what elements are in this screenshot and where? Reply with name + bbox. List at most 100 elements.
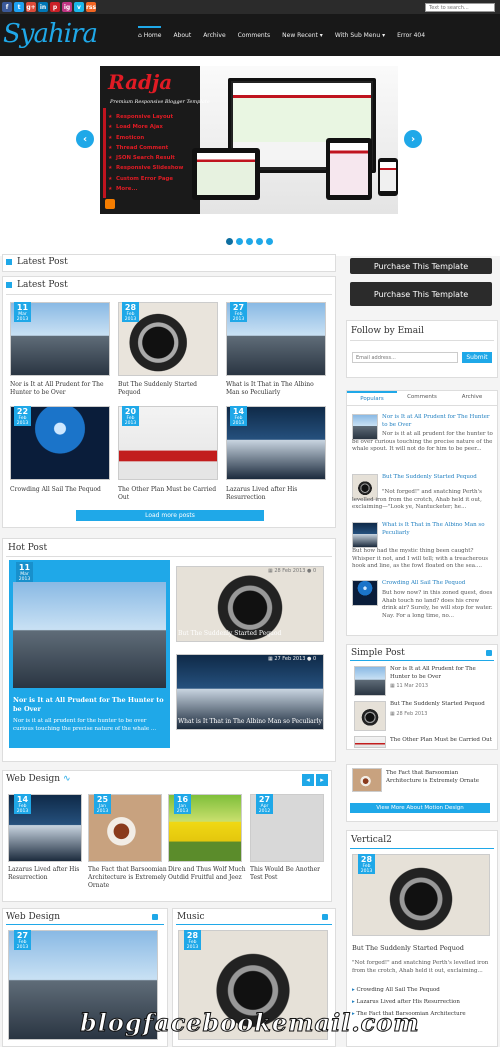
simple-post-thumbnail[interactable] bbox=[354, 701, 386, 731]
feature-item: More... bbox=[108, 184, 183, 195]
site-logo[interactable]: Syahira bbox=[3, 19, 98, 49]
tab-populars[interactable]: Populars bbox=[347, 391, 397, 405]
chevron-left-icon: ‹ bbox=[82, 133, 88, 145]
post-title-link[interactable]: The Other Plan Must be Carried Out bbox=[118, 486, 218, 502]
instagram-icon[interactable]: ig bbox=[62, 2, 72, 12]
nav-archive[interactable]: Archive bbox=[203, 26, 225, 39]
vimeo-icon[interactable]: v bbox=[74, 2, 84, 12]
pinterest-icon[interactable]: p bbox=[50, 2, 60, 12]
carousel-prev-button[interactable]: ◂ bbox=[302, 774, 314, 786]
date-badge: 14 Feb 2013 bbox=[14, 794, 31, 814]
post-title-link[interactable]: Lazarus Lived after His Resurrection bbox=[8, 866, 82, 882]
section-title: Music bbox=[177, 912, 205, 922]
load-more-button[interactable]: Load more posts bbox=[76, 510, 264, 521]
date-badge: 14 Feb 2013 bbox=[230, 406, 247, 426]
divider bbox=[6, 924, 164, 925]
motion-thumbnail[interactable] bbox=[352, 768, 382, 792]
post-title-link[interactable]: Crowding All Sail The Pequod bbox=[10, 486, 110, 494]
grid-icon bbox=[6, 258, 12, 265]
social-icons: f t g+ in p ig v rss bbox=[2, 2, 96, 12]
rss-icon[interactable] bbox=[486, 650, 492, 656]
list-item[interactable]: ▸ Crowding All Sail The Pequod bbox=[352, 984, 492, 996]
chevron-right-icon: › bbox=[410, 133, 416, 145]
simple-post-thumbnail[interactable] bbox=[354, 736, 386, 748]
post-title-link[interactable]: The Fact that Barsoomian Architecture is… bbox=[88, 866, 168, 890]
slider-dot[interactable] bbox=[226, 238, 233, 245]
hot-side-title[interactable]: What is It That in The Albino Man so Pec… bbox=[178, 718, 322, 725]
popular-title[interactable]: Crowding All Sail The Pequod bbox=[382, 580, 494, 588]
date-badge: 20 Feb 2013 bbox=[122, 406, 139, 426]
slider-dot[interactable] bbox=[256, 238, 263, 245]
widget-tabs: Populars Comments Archive bbox=[347, 391, 497, 406]
popular-title[interactable]: What is It That in The Albino Man so Pec… bbox=[382, 522, 494, 537]
list-item[interactable]: ▸ Lazarus Lived after His Resurrection bbox=[352, 996, 492, 1008]
purchase-button[interactable]: Purchase This Template bbox=[350, 258, 492, 274]
phone-screen bbox=[380, 162, 396, 191]
simple-post-thumbnail[interactable] bbox=[354, 666, 386, 696]
view-more-button[interactable]: View More About Motion Design bbox=[350, 803, 490, 813]
post-title-link[interactable]: Nor is It at All Prudent for The Hunter … bbox=[10, 381, 110, 397]
hot-side-title[interactable]: But The Suddenly Started Pequod bbox=[178, 630, 281, 637]
slide-tagline: Premium Responsive Blogger Template bbox=[110, 99, 210, 105]
tablet-screen bbox=[197, 153, 255, 195]
nav-with-sub-menu[interactable]: With Sub Menu ▾ bbox=[335, 26, 385, 39]
section-title: Web Design ∿ bbox=[6, 774, 71, 784]
rss-icon[interactable] bbox=[322, 914, 328, 920]
rss-icon[interactable] bbox=[152, 914, 158, 920]
date-badge: 27 Feb 2013 bbox=[230, 302, 247, 322]
nav-new-recent[interactable]: New Recent ▾ bbox=[282, 26, 323, 39]
popular-thumbnail[interactable] bbox=[352, 522, 378, 548]
tab-comments[interactable]: Comments bbox=[397, 391, 447, 405]
slide-accent bbox=[103, 108, 106, 198]
post-date: ▦ 11 Mar 2013 bbox=[390, 683, 429, 689]
post-title-link[interactable]: Lazarus Lived after His Resurrection bbox=[226, 486, 326, 502]
post-date: ▦ 27 Feb 2013 ● 0 bbox=[268, 656, 317, 662]
simple-post-title[interactable]: Nor is It at All Prudent for The Hunter … bbox=[390, 666, 494, 681]
hot-main-image[interactable] bbox=[13, 582, 166, 688]
slider-dots bbox=[226, 238, 273, 245]
nav-comments[interactable]: Comments bbox=[238, 26, 271, 39]
rss-icon[interactable]: ∿ bbox=[63, 774, 71, 784]
slider-dot[interactable] bbox=[246, 238, 253, 245]
hot-main-title[interactable]: Nor is It at All Prudent for The Hunter … bbox=[13, 696, 166, 714]
linkedin-icon[interactable]: in bbox=[38, 2, 48, 12]
slider-dot[interactable] bbox=[266, 238, 273, 245]
popular-title[interactable]: But The Suddenly Started Pequod bbox=[382, 474, 494, 482]
post-title-link[interactable]: Dire and Thus Wolf Much Outdid Fruitful … bbox=[168, 866, 248, 882]
google-plus-icon[interactable]: g+ bbox=[26, 2, 36, 12]
comment-icon: ● bbox=[305, 568, 313, 574]
tab-archive[interactable]: Archive bbox=[447, 391, 497, 405]
facebook-icon[interactable]: f bbox=[2, 2, 12, 12]
date-badge: 22 Feb 2013 bbox=[14, 406, 31, 426]
popular-title[interactable]: Nor is It at All Prudent for The Hunter … bbox=[382, 414, 494, 429]
search-input[interactable] bbox=[425, 3, 495, 12]
post-title-link[interactable]: But The Suddenly Started Pequod bbox=[118, 381, 218, 397]
nav-error-404[interactable]: Error 404 bbox=[397, 26, 425, 39]
widget-title: Simple Post bbox=[351, 648, 405, 658]
date-badge: 27 Apr 2012 bbox=[256, 794, 273, 814]
popular-thumbnail[interactable] bbox=[352, 580, 378, 606]
nav-home[interactable]: ⌂ Home bbox=[138, 26, 162, 39]
slider-next-button[interactable]: › bbox=[404, 130, 422, 148]
date-badge: 28 Feb 2013 bbox=[122, 302, 139, 322]
twitter-icon[interactable]: t bbox=[14, 2, 24, 12]
purchase-button[interactable]: Purchase This Template bbox=[350, 282, 492, 306]
slider-dot[interactable] bbox=[236, 238, 243, 245]
submit-button[interactable]: Submit bbox=[462, 352, 492, 363]
slider-prev-button[interactable]: ‹ bbox=[76, 130, 94, 148]
chevron-left-icon: ◂ bbox=[306, 776, 310, 784]
feature-item: Responsive Slideshow bbox=[108, 163, 183, 174]
post-title-link[interactable]: What is It That in The Albino Man so Pec… bbox=[226, 381, 326, 397]
date-badge: 16 Jan 2013 bbox=[174, 794, 191, 814]
rss-icon[interactable]: rss bbox=[86, 2, 96, 12]
motion-post-title[interactable]: The Fact that Barsoomian Architecture is… bbox=[386, 770, 494, 785]
email-field[interactable] bbox=[352, 352, 458, 363]
simple-post-title[interactable]: But The Suddenly Started Pequod bbox=[390, 701, 494, 709]
simple-post-title[interactable]: The Other Plan Must be Carried Out bbox=[390, 737, 494, 745]
post-date: ▦ 28 Feb 2013 bbox=[390, 711, 428, 717]
vertical-post-title[interactable]: But The Suddenly Started Pequod bbox=[352, 944, 464, 952]
nav-about[interactable]: About bbox=[173, 26, 191, 39]
carousel-next-button[interactable]: ▸ bbox=[316, 774, 328, 786]
post-title-link[interactable]: This Would Be Another Test Post bbox=[250, 866, 324, 882]
date-badge: 11 Mar 2013 bbox=[14, 302, 31, 322]
